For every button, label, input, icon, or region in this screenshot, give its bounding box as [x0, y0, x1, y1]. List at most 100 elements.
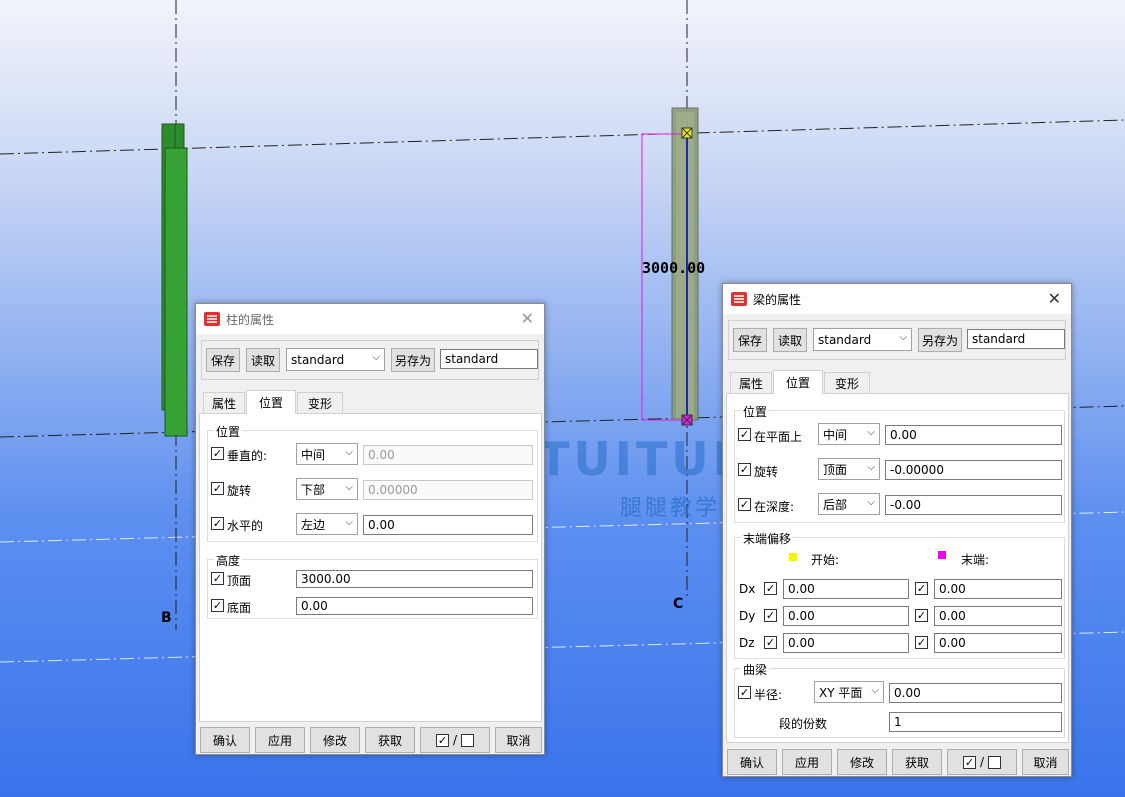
dialog-titlebar[interactable]: 梁的属性 ✕ — [723, 284, 1071, 314]
dy-start-checkbox[interactable]: ✓ — [764, 609, 777, 622]
rotation-label: 旋转 — [227, 484, 252, 498]
radius-label: 半径: — [754, 688, 783, 702]
in-plane-checkbox[interactable]: ✓ — [738, 428, 751, 441]
toggle-all-button[interactable]: ✓ / — [947, 749, 1017, 775]
rotation-select-value: 下部 — [301, 482, 326, 497]
apply-button[interactable]: 应用 — [782, 749, 832, 775]
toggle-on-checkbox: ✓ — [962, 755, 976, 769]
preset-select[interactable]: standard ⌵ — [813, 328, 912, 351]
dy-end-input[interactable]: 0.00 — [934, 606, 1062, 626]
top-input[interactable]: 3000.00 — [296, 570, 533, 588]
modify-button[interactable]: 修改 — [837, 749, 887, 775]
vertical-checkbox[interactable]: ✓ — [211, 447, 224, 460]
rotation-checkbox[interactable]: ✓ — [738, 463, 751, 476]
save-button[interactable]: 保存 — [733, 328, 767, 352]
top-checkbox[interactable]: ✓ — [211, 572, 224, 585]
in-depth-label: 在深度: — [754, 500, 795, 514]
horizontal-select[interactable]: 左边 ⌵ — [296, 513, 358, 535]
bottom-input[interactable]: 0.00 — [296, 597, 533, 615]
apply-button[interactable]: 应用 — [255, 727, 305, 753]
modify-button[interactable]: 修改 — [310, 727, 360, 753]
ok-button[interactable]: 确认 — [200, 727, 250, 753]
in-depth-select[interactable]: 后部 ⌵ — [818, 493, 880, 515]
rotation-offset-input[interactable]: -0.00000 — [885, 460, 1062, 480]
toggle-all-button[interactable]: ✓ / — [420, 727, 490, 753]
chevron-down-icon: ⌵ — [345, 482, 353, 493]
vertical-offset-input[interactable]: 0.00 — [363, 445, 533, 465]
end-label: 末端: — [961, 553, 990, 567]
ok-button[interactable]: 确认 — [727, 749, 777, 775]
radius-checkbox[interactable]: ✓ — [738, 686, 751, 699]
tab-deformation[interactable]: 变形 — [297, 392, 343, 413]
segments-label: 段的份数 — [779, 717, 828, 731]
save-button[interactable]: 保存 — [206, 348, 240, 372]
save-as-name-input[interactable]: standard — [440, 349, 538, 369]
close-icon[interactable]: ✕ — [521, 309, 534, 328]
dx-end-checkbox[interactable]: ✓ — [915, 582, 928, 595]
vertical-select-value: 中间 — [301, 447, 326, 462]
save-as-name-input[interactable]: standard — [967, 329, 1065, 349]
toggle-separator: / — [979, 755, 985, 769]
in-plane-offset-input[interactable]: 0.00 — [885, 425, 1062, 445]
load-button[interactable]: 读取 — [773, 328, 807, 352]
chevron-down-icon: ⌵ — [871, 685, 879, 696]
chevron-down-icon: ⌵ — [867, 462, 875, 473]
close-icon[interactable]: ✕ — [1048, 289, 1061, 308]
tab-position[interactable]: 位置 — [773, 370, 823, 394]
segments-input[interactable]: 1 — [889, 712, 1062, 732]
dy-end-checkbox[interactable]: ✓ — [915, 609, 928, 622]
rotation-checkbox[interactable]: ✓ — [211, 482, 224, 495]
chevron-down-icon: ⌵ — [867, 427, 875, 438]
tab-deformation[interactable]: 变形 — [824, 372, 870, 393]
in-plane-select[interactable]: 中间 ⌵ — [818, 423, 880, 445]
radius-input[interactable]: 0.00 — [889, 683, 1062, 703]
preset-select[interactable]: standard ⌵ — [286, 348, 385, 371]
dz-start-input[interactable]: 0.00 — [783, 633, 909, 653]
in-depth-checkbox[interactable]: ✓ — [738, 498, 751, 511]
dz-end-input[interactable]: 0.00 — [934, 633, 1062, 653]
tab-attributes[interactable]: 属性 — [203, 392, 245, 413]
rotation-select[interactable]: 下部 ⌵ — [296, 478, 358, 500]
horizontal-offset-input[interactable]: 0.00 — [363, 515, 533, 535]
in-plane-select-value: 中间 — [823, 427, 848, 442]
load-button[interactable]: 读取 — [246, 348, 280, 372]
end-point-marker — [938, 551, 946, 559]
vertical-select[interactable]: 中间 ⌵ — [296, 443, 358, 465]
plane-select[interactable]: XY 平面 ⌵ — [814, 681, 884, 703]
bottom-checkbox[interactable]: ✓ — [211, 599, 224, 612]
dx-end-input[interactable]: 0.00 — [934, 579, 1062, 599]
save-as-button[interactable]: 另存为 — [391, 348, 435, 372]
dy-label: Dy — [739, 609, 756, 623]
dx-label: Dx — [739, 582, 756, 596]
rotation-offset-input[interactable]: 0.00000 — [363, 480, 533, 500]
rotation-select[interactable]: 顶面 ⌵ — [818, 458, 880, 480]
curved-beam-group-title: 曲梁 — [741, 661, 770, 678]
tab-attributes[interactable]: 属性 — [730, 372, 772, 393]
dx-start-input[interactable]: 0.00 — [783, 579, 909, 599]
dialog-footer: 确认 应用 修改 获取 ✓ / 取消 — [200, 727, 542, 753]
dy-start-input[interactable]: 0.00 — [783, 606, 909, 626]
grid-label-b: B — [161, 610, 172, 626]
rotation-select-value: 顶面 — [823, 462, 848, 477]
horizontal-checkbox[interactable]: ✓ — [211, 517, 224, 530]
vertical-label: 垂直的: — [227, 449, 268, 463]
dialog-titlebar[interactable]: 柱的属性 ✕ — [196, 304, 544, 334]
dx-start-checkbox[interactable]: ✓ — [764, 582, 777, 595]
cancel-button[interactable]: 取消 — [495, 727, 542, 753]
in-depth-offset-input[interactable]: -0.00 — [885, 495, 1062, 515]
position-tab-panel: 位置 ✓ 在平面上 中间 ⌵ 0.00 ✓ 旋转 顶面 ⌵ -0.00000 ✓ 在… — [726, 393, 1069, 743]
dz-end-checkbox[interactable]: ✓ — [915, 636, 928, 649]
cancel-button[interactable]: 取消 — [1022, 749, 1069, 775]
save-as-button[interactable]: 另存为 — [918, 328, 962, 352]
horizontal-select-value: 左边 — [301, 517, 326, 532]
preset-value: standard — [291, 352, 345, 367]
preset-value: standard — [818, 332, 872, 347]
dz-start-checkbox[interactable]: ✓ — [764, 636, 777, 649]
get-button[interactable]: 获取 — [892, 749, 942, 775]
rotation-label: 旋转 — [754, 465, 779, 479]
tab-position[interactable]: 位置 — [246, 390, 296, 414]
tab-strip: 属性 位置 变形 — [730, 370, 1030, 394]
toggle-off-checkbox — [988, 755, 1002, 769]
get-button[interactable]: 获取 — [365, 727, 415, 753]
start-point-marker — [789, 553, 797, 561]
